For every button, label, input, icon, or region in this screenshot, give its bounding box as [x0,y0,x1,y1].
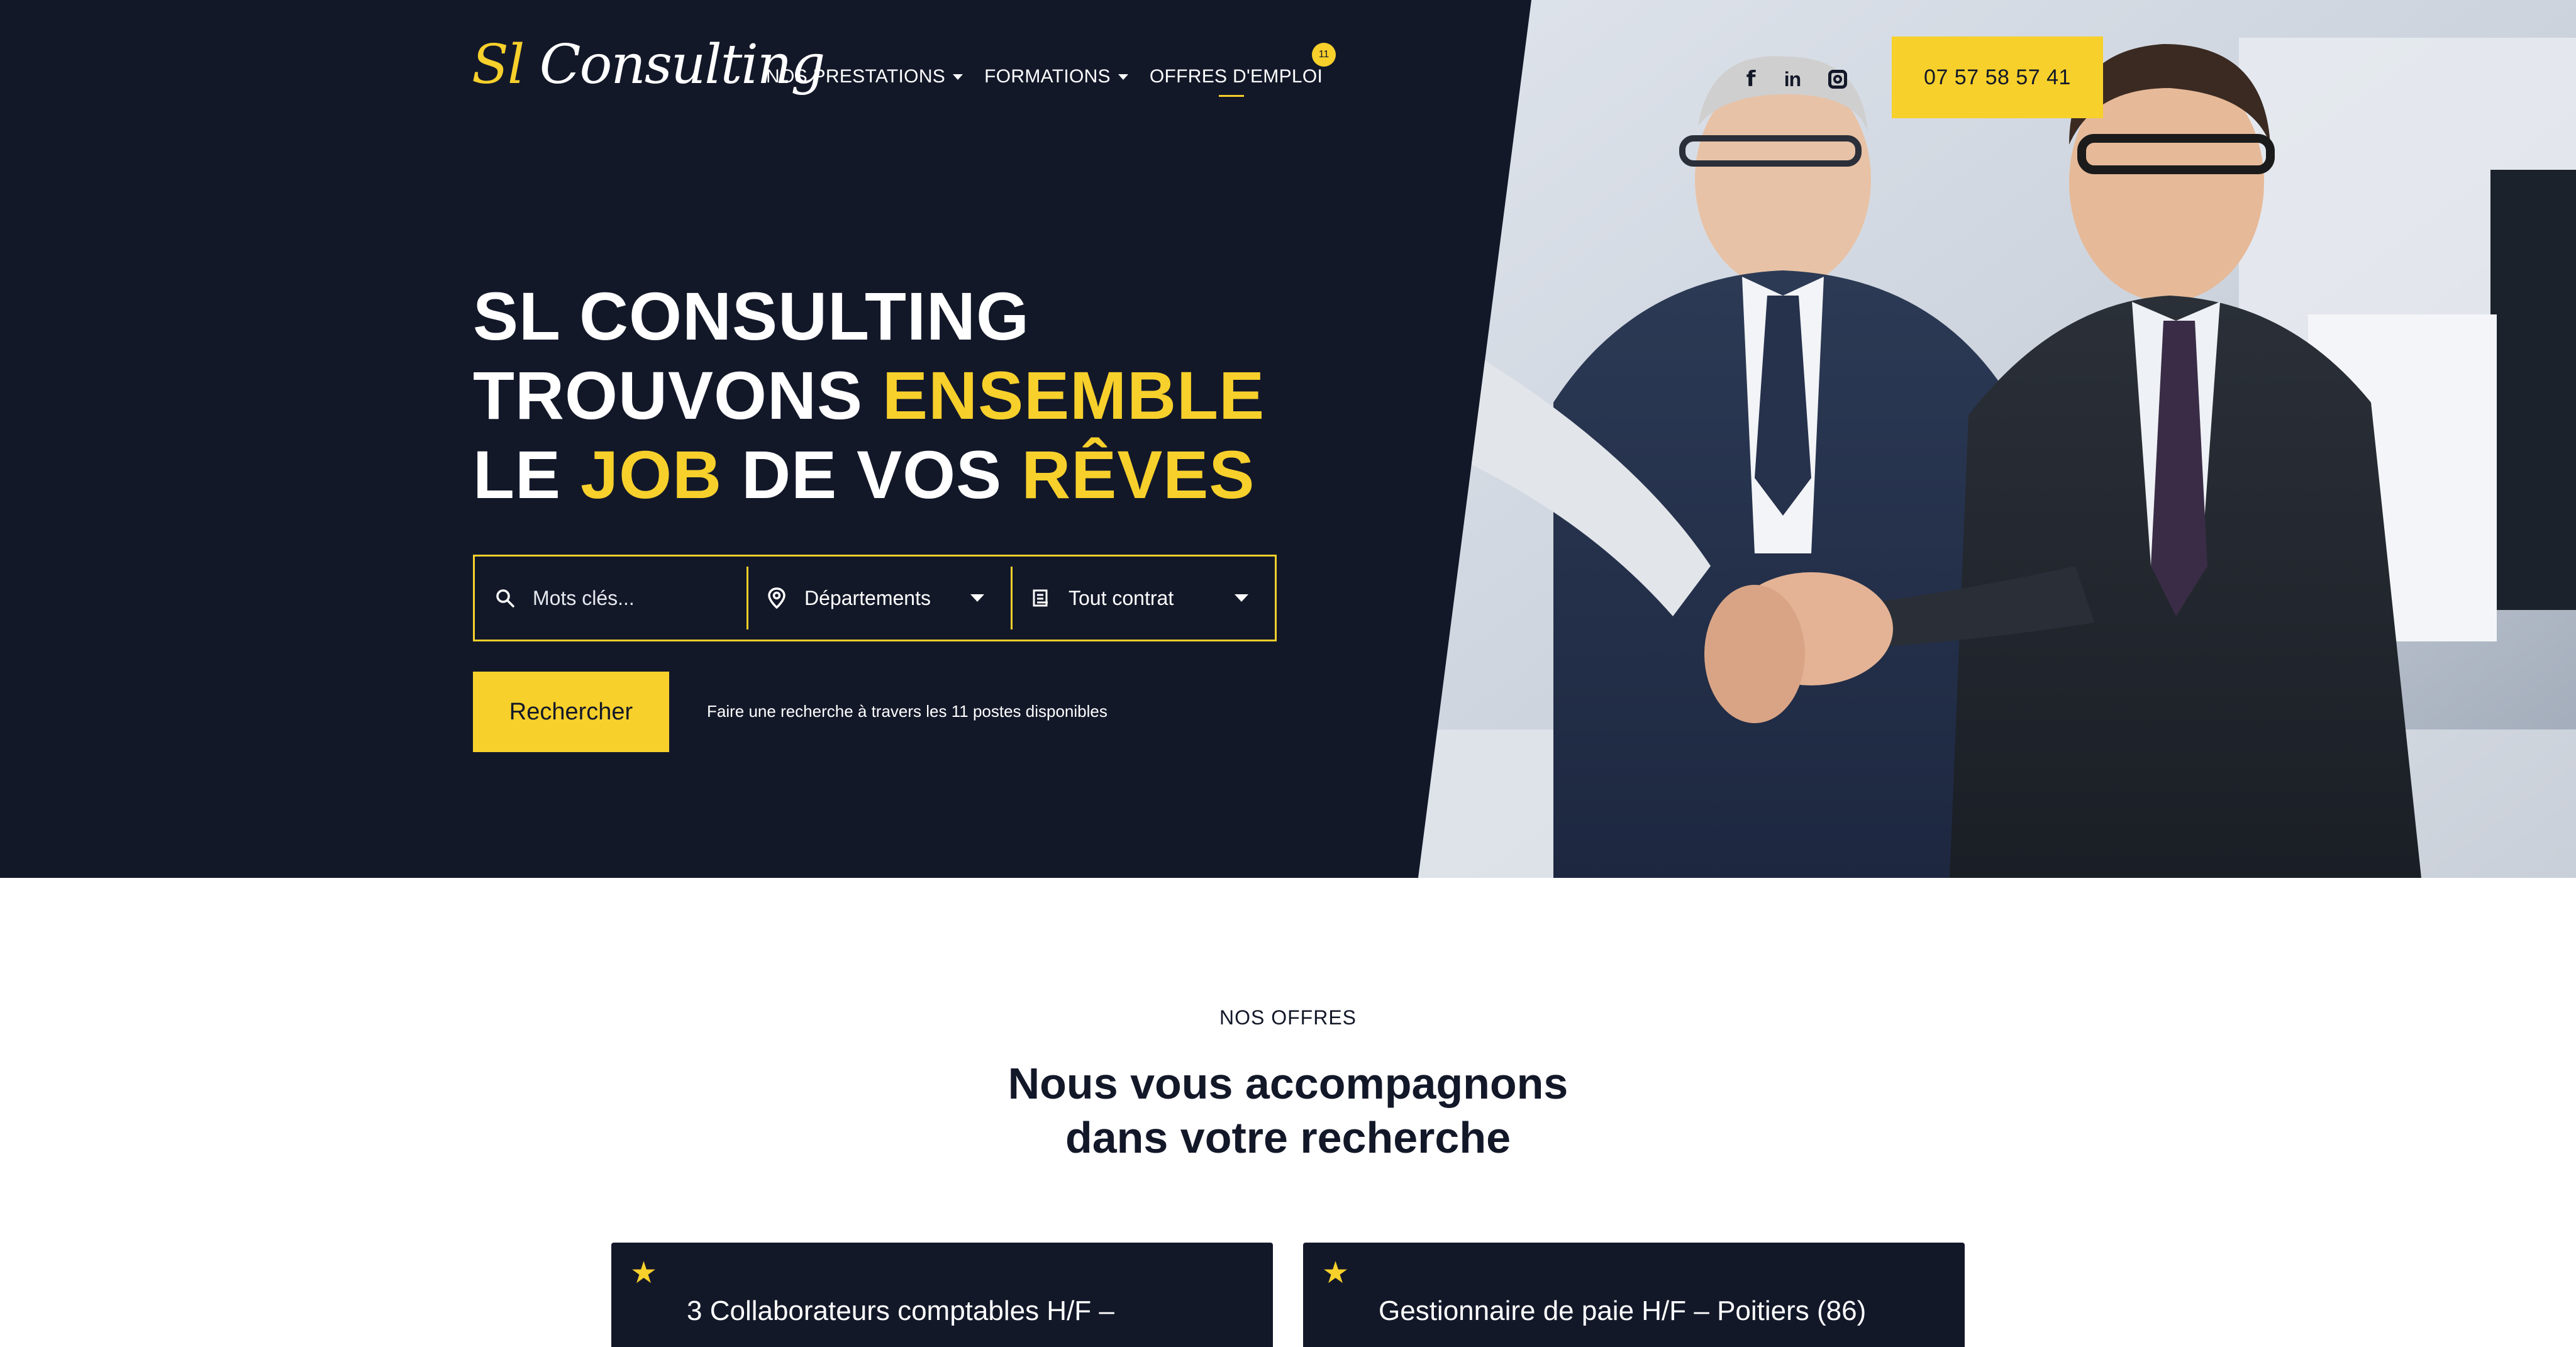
phone-button[interactable]: 07 57 58 57 41 [1892,36,2103,118]
star-icon: ★ [1322,1255,1350,1290]
chevron-down-icon [953,74,963,80]
hero-highlight: JOB [580,436,723,513]
section-eyebrow: NOS OFFRES [1219,1006,1357,1029]
main-nav: NOS PRESTATIONS FORMATIONS OFFRES D'EMPL… [766,65,1323,97]
job-card[interactable]: ★ Gestionnaire de paie H/F – Poitiers (8… [1303,1243,1965,1347]
logo-initials: Sl [472,33,525,96]
nav-item-offres-emploi[interactable]: OFFRES D'EMPLOI [1149,66,1323,97]
keywords-field[interactable] [475,557,747,640]
location-pin-icon [763,584,791,612]
instagram-icon[interactable] [1824,65,1852,93]
document-icon [1027,584,1055,612]
search-button[interactable]: Rechercher [473,672,669,752]
search-icon [491,584,519,612]
nav-item-prestations[interactable]: NOS PRESTATIONS [766,66,963,87]
keywords-input[interactable] [533,586,721,610]
hero-highlight: RÊVES [1021,436,1255,513]
hero-line-2: TROUVONS ENSEMBLE [473,356,1265,435]
hero-text: TROUVONS [473,357,883,433]
nav-item-label: OFFRES D'EMPLOI [1149,66,1323,87]
nav-active-underline [1218,95,1244,97]
hero-line-1: SL CONSULTING [473,278,1030,354]
field-divider [1011,567,1013,629]
contract-select[interactable]: Tout contrat [1011,557,1275,640]
contract-value: Tout contrat [1069,586,1174,609]
linkedin-icon[interactable]: in [1779,65,1806,93]
field-divider [747,567,748,629]
facebook-icon[interactable]: f [1737,65,1765,93]
chevron-down-icon [1118,74,1128,80]
hero-text: LE [473,436,581,513]
hero-headline: SL CONSULTING TROUVONS ENSEMBLE LE JOB D… [473,277,1265,514]
hero-highlight: ENSEMBLE [882,357,1265,433]
jobs-count-badge: 11 [1312,43,1336,67]
section-title-line-2: dans votre recherche [1065,1113,1511,1162]
hero-photo [1418,0,2576,878]
chevron-down-icon [970,594,984,602]
nav-item-label: NOS PRESTATIONS [766,66,946,87]
department-select[interactable]: Départements [747,557,1011,640]
department-value: Départements [804,586,931,609]
job-search-form: Départements Tout contrat [473,555,1277,641]
section-title-line-1: Nous vous accompagnons [1008,1059,1568,1108]
chevron-down-icon [1235,594,1248,602]
hero-line-3: LE JOB DE VOS RÊVES [473,435,1265,514]
section-title: Nous vous accompagnons dans votre recher… [0,1056,2576,1165]
nav-item-formations[interactable]: FORMATIONS [984,66,1128,87]
star-icon: ★ [630,1255,658,1290]
hero-section: Sl Consulting NOS PRESTATIONS FORMATIONS… [0,0,2576,878]
hero-text: DE VOS [722,436,1022,513]
job-card[interactable]: ★ 3 Collaborateurs comptables H/F – [611,1243,1273,1347]
nav-item-label: FORMATIONS [984,66,1111,87]
job-card-title[interactable]: Gestionnaire de paie H/F – Poitiers (86) [1379,1295,1866,1327]
job-card-title[interactable]: 3 Collaborateurs comptables H/F – [687,1295,1114,1327]
search-hint: Faire une recherche à travers les 11 pos… [707,702,1108,721]
